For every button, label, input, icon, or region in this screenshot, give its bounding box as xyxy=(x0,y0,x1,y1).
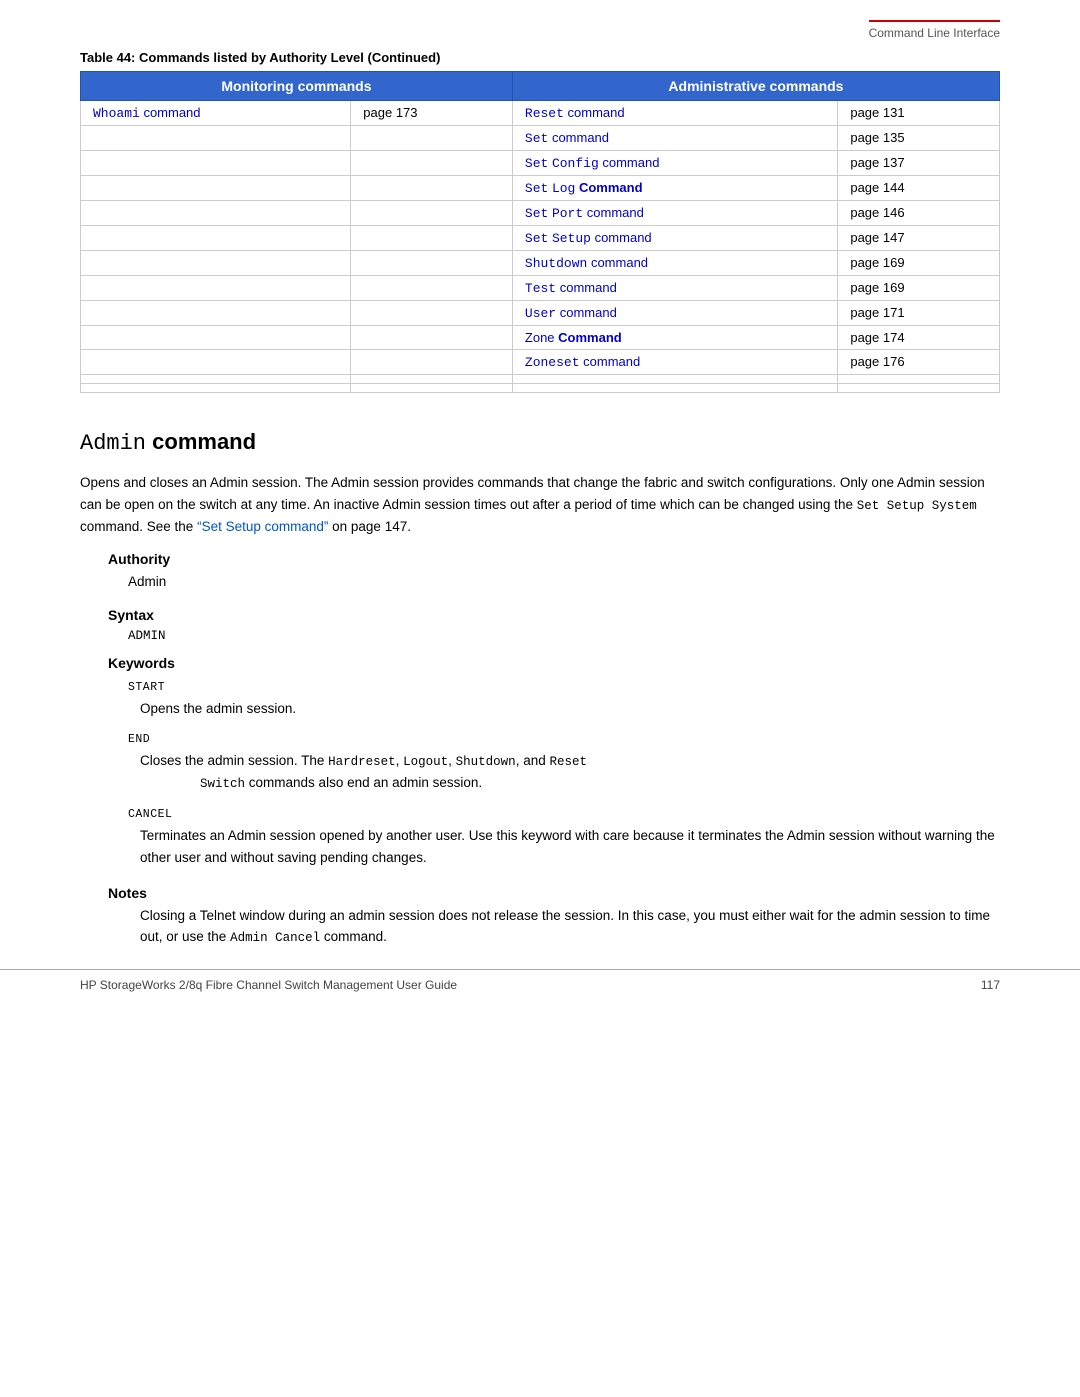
table-row: Test commandpage 169 xyxy=(81,276,1000,301)
admin-page-cell: page 137 xyxy=(838,151,1000,176)
table-row: Set Log Commandpage 144 xyxy=(81,176,1000,201)
table-row: Shutdown commandpage 169 xyxy=(81,251,1000,276)
monitoring-cmd-cell xyxy=(81,201,351,226)
admin-cmd-cell[interactable]: User command xyxy=(512,301,837,326)
admin-cmd-cell[interactable]: Set command xyxy=(512,126,837,151)
monitoring-page-cell xyxy=(351,226,513,251)
admin-mono-title: Admin xyxy=(80,431,146,456)
admin-page-cell: page 147 xyxy=(838,226,1000,251)
set-setup-system-code: Set Setup System xyxy=(857,499,977,513)
syntax-heading: Syntax xyxy=(108,607,1000,623)
admin-page-cell: page 144 xyxy=(838,176,1000,201)
table-caption: Table 44: Commands listed by Authority L… xyxy=(80,50,1000,65)
admin-bold-title: command xyxy=(152,429,256,454)
commands-table: Monitoring commands Administrative comma… xyxy=(80,71,1000,393)
admin-cmd-cell[interactable]: Zoneset command xyxy=(512,350,837,375)
authority-value: Admin xyxy=(128,571,1000,593)
admin-cmd-cell[interactable]: Shutdown command xyxy=(512,251,837,276)
admin-command-section: Admin command Opens and closes an Admin … xyxy=(80,429,1000,948)
monitoring-page-cell xyxy=(351,276,513,301)
page-footer: HP StorageWorks 2/8q Fibre Channel Switc… xyxy=(0,969,1080,992)
footer-page-number: 117 xyxy=(981,978,1000,992)
monitoring-cmd-cell xyxy=(81,350,351,375)
admin-cmd-cell[interactable]: Set Log Command xyxy=(512,176,837,201)
admin-page-cell: page 176 xyxy=(838,350,1000,375)
monitoring-page-cell xyxy=(351,176,513,201)
start-keyword-desc: Opens the admin session. xyxy=(140,698,1000,720)
admin-page-cell: page 174 xyxy=(838,326,1000,350)
monitoring-page-cell xyxy=(351,251,513,276)
admin-page-cell: page 135 xyxy=(838,126,1000,151)
table-row: Zoneset commandpage 176 xyxy=(81,350,1000,375)
authority-heading: Authority xyxy=(108,551,1000,567)
monitoring-page-cell xyxy=(351,326,513,350)
monitoring-page-cell: page 173 xyxy=(351,101,513,126)
monitoring-page-cell xyxy=(351,201,513,226)
admin-page-cell: page 146 xyxy=(838,201,1000,226)
monitoring-cmd-cell xyxy=(81,326,351,350)
monitoring-page-cell xyxy=(351,375,513,384)
admin-cmd-cell xyxy=(512,384,837,393)
admin-cmd-cell xyxy=(512,375,837,384)
monitoring-cmd-cell xyxy=(81,384,351,393)
table-row: Whoami commandpage 173Reset commandpage … xyxy=(81,101,1000,126)
monitoring-cmd-cell xyxy=(81,151,351,176)
table-row xyxy=(81,384,1000,393)
admin-command-title: Admin command xyxy=(80,429,1000,456)
admin-cmd-cell[interactable]: Test command xyxy=(512,276,837,301)
monitoring-page-cell xyxy=(351,301,513,326)
monitoring-page-cell xyxy=(351,151,513,176)
admin-cancel-code: Admin Cancel xyxy=(230,931,320,945)
admin-page-cell: page 171 xyxy=(838,301,1000,326)
notes-text: Closing a Telnet window during an admin … xyxy=(140,905,1000,949)
cancel-keyword-desc: Terminates an Admin session opened by an… xyxy=(140,825,1000,868)
admin-cmd-cell[interactable]: Set Setup command xyxy=(512,226,837,251)
table-row xyxy=(81,375,1000,384)
keywords-heading: Keywords xyxy=(108,655,1000,671)
end-inline-code1: Hardreset xyxy=(328,755,396,769)
table-row: Zone Commandpage 174 xyxy=(81,326,1000,350)
end-keyword-label: END xyxy=(128,733,1000,746)
footer-left-text: HP StorageWorks 2/8q Fibre Channel Switc… xyxy=(80,978,540,992)
admin-page-cell: page 169 xyxy=(838,251,1000,276)
monitoring-page-cell xyxy=(351,350,513,375)
set-setup-link[interactable]: “Set Setup command” xyxy=(197,519,328,534)
admin-cmd-cell[interactable]: Set Port command xyxy=(512,201,837,226)
monitoring-cmd-cell[interactable]: Whoami command xyxy=(81,101,351,126)
monitoring-cmd-cell xyxy=(81,375,351,384)
cancel-keyword-label: CANCEL xyxy=(128,808,1000,821)
admin-cmd-cell[interactable]: Zone Command xyxy=(512,326,837,350)
monitoring-cmd-cell xyxy=(81,301,351,326)
end-inline-code2: Logout xyxy=(403,755,448,769)
admin-page-cell xyxy=(838,375,1000,384)
table-row: Set Config commandpage 137 xyxy=(81,151,1000,176)
admin-page-cell: page 131 xyxy=(838,101,1000,126)
admin-cmd-cell[interactable]: Set Config command xyxy=(512,151,837,176)
monitoring-page-cell xyxy=(351,384,513,393)
admin-cmd-cell[interactable]: Reset command xyxy=(512,101,837,126)
syntax-code: ADMIN xyxy=(128,629,1000,643)
table-row: User commandpage 171 xyxy=(81,301,1000,326)
admin-page-cell: page 169 xyxy=(838,276,1000,301)
admin-page-cell xyxy=(838,384,1000,393)
table-row: Set commandpage 135 xyxy=(81,126,1000,151)
monitoring-cmd-cell xyxy=(81,176,351,201)
monitoring-cmd-cell xyxy=(81,251,351,276)
notes-heading: Notes xyxy=(108,885,1000,901)
header-text: Command Line Interface xyxy=(869,26,1000,40)
table-row: Set Setup commandpage 147 xyxy=(81,226,1000,251)
table-row: Set Port commandpage 146 xyxy=(81,201,1000,226)
page-header: Command Line Interface xyxy=(869,20,1000,40)
monitoring-commands-header: Monitoring commands xyxy=(81,72,513,101)
end-keyword-desc: Closes the admin session. The Hardreset,… xyxy=(140,750,1000,794)
monitoring-cmd-cell xyxy=(81,226,351,251)
end-inline-code3: Shutdown xyxy=(456,755,516,769)
administrative-commands-header: Administrative commands xyxy=(512,72,999,101)
monitoring-cmd-cell xyxy=(81,276,351,301)
admin-body-text: Opens and closes an Admin session. The A… xyxy=(80,472,1000,537)
monitoring-page-cell xyxy=(351,126,513,151)
start-keyword-label: START xyxy=(128,681,1000,694)
monitoring-cmd-cell xyxy=(81,126,351,151)
